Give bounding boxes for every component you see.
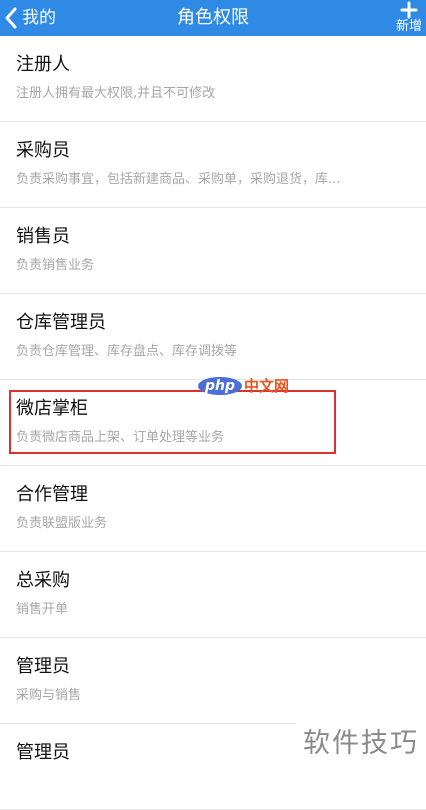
- role-description: 注册人拥有最大权限,并且不可修改: [16, 86, 216, 101]
- role-description: 负责销售业务: [16, 258, 95, 273]
- role-item-chief-purchaser[interactable]: 总采购 销售开单: [0, 552, 426, 638]
- back-label: 我的: [22, 8, 56, 28]
- role-item-administrator[interactable]: 管理员 采购与销售: [0, 638, 426, 724]
- role-title: 销售员: [16, 226, 70, 247]
- role-title: 管理员: [16, 656, 70, 677]
- role-description: 负责联盟版业务: [16, 516, 108, 531]
- role-description: 负责微店商品上架、订单处理等业务: [16, 430, 225, 445]
- role-item-purchaser[interactable]: 采购员 负责采购事宜，包括新建商品、采购单，采购退货，库...: [0, 122, 426, 208]
- role-title: 微店掌柜: [16, 398, 88, 419]
- add-role-button[interactable]: 新增: [392, 0, 426, 36]
- role-title: 管理员: [16, 742, 70, 763]
- role-title: 总采购: [16, 570, 70, 591]
- role-item-salesperson[interactable]: 销售员 负责销售业务: [0, 208, 426, 294]
- role-description: 采购与销售: [16, 688, 82, 703]
- role-title: 采购员: [16, 140, 70, 161]
- role-description: 销售开单: [16, 602, 69, 617]
- role-description: 负责仓库管理、库存盘点、库存调拨等: [16, 344, 238, 359]
- role-item-registrant[interactable]: 注册人 注册人拥有最大权限,并且不可修改: [0, 36, 426, 122]
- role-item-warehouse-manager[interactable]: 仓库管理员 负责仓库管理、库存盘点、库存调拨等: [0, 294, 426, 380]
- add-label: 新增: [395, 19, 422, 34]
- nav-bar: 我的 角色权限 新增: [0, 0, 426, 36]
- role-list: 注册人 注册人拥有最大权限,并且不可修改 采购员 负责采购事宜，包括新建商品、采…: [0, 36, 426, 810]
- page-title: 角色权限: [177, 7, 249, 28]
- role-item-microshop-owner[interactable]: 微店掌柜 负责微店商品上架、订单处理等业务: [0, 380, 426, 466]
- role-title: 合作管理: [16, 484, 88, 505]
- role-item-administrator-2[interactable]: 管理员: [0, 724, 426, 810]
- plus-icon: [400, 1, 418, 19]
- chevron-left-icon: [5, 7, 17, 29]
- back-button[interactable]: 我的: [4, 0, 56, 36]
- role-item-partner-management[interactable]: 合作管理 负责联盟版业务: [0, 466, 426, 552]
- role-title: 仓库管理员: [16, 312, 106, 333]
- role-description: 负责采购事宜，包括新建商品、采购单，采购退货，库...: [16, 172, 341, 187]
- role-title: 注册人: [16, 54, 70, 75]
